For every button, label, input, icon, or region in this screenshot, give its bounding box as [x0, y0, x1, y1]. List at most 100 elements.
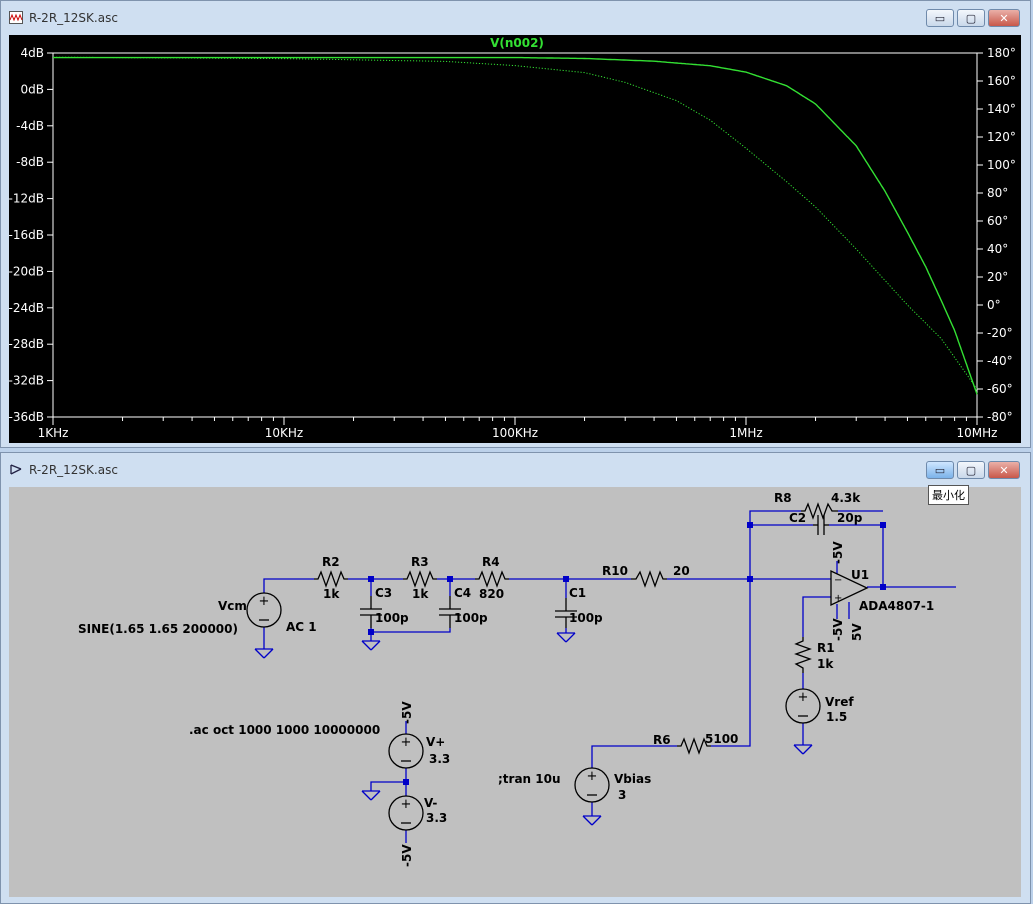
close-button[interactable]: ✕: [988, 461, 1020, 479]
schematic-canvas[interactable]: + + + + + − + R8 4.3k C2 20p R2 1k R3 1k …: [9, 487, 1021, 897]
r8-value: 4.3k: [831, 491, 861, 505]
resistor-r8: [801, 502, 838, 520]
vbias-label: Vbias: [614, 772, 651, 786]
y-right-tick-label: 60°: [987, 214, 1008, 228]
r8-label: R8: [774, 491, 792, 505]
svg-text:+: +: [401, 797, 412, 812]
r10-value: 20: [673, 564, 690, 578]
vplus-label: V+: [426, 735, 445, 749]
resistor-r4: [475, 570, 509, 588]
y-left-tick-label: -36dB: [9, 410, 44, 424]
source-vminus: +: [388, 795, 424, 831]
source-vplus: +: [388, 733, 424, 769]
vbias-value: 3: [618, 788, 626, 802]
schematic-icon: [10, 464, 22, 475]
waveform-icon: [9, 11, 23, 24]
tran-command[interactable]: ;tran 10u: [498, 772, 561, 786]
u1-neg-supply: -5V: [831, 541, 845, 564]
minimize-button[interactable]: ▭: [926, 9, 954, 27]
close-button[interactable]: ✕: [988, 9, 1020, 27]
waveform-window: R-2R_12SK.asc ▭ ▢ ✕ 4dB 0dB -4dB -8dB -12dB -…: [0, 0, 1031, 448]
plot-frame: [52, 52, 978, 418]
x-tick-label: 100KHz: [492, 426, 538, 440]
svg-text:+: +: [798, 690, 809, 705]
y-left-tick-label: 0dB: [21, 82, 44, 96]
y-right-tick-label: 180°: [987, 46, 1016, 60]
schematic-window-title: R-2R_12SK.asc: [29, 463, 118, 477]
y-right-tick-label: 100°: [987, 158, 1016, 172]
y-left-tick-label: -12dB: [9, 192, 44, 206]
x-tick-label: 10KHz: [265, 426, 303, 440]
vminus-value: 3.3: [426, 811, 447, 825]
c1-label: C1: [569, 586, 586, 600]
source-vbias: +: [574, 767, 610, 803]
r6-label: R6: [653, 733, 671, 747]
vminus-supply-label: -5V: [400, 844, 414, 867]
source-vcm: +: [246, 592, 282, 628]
minimize-button[interactable]: ▭: [926, 461, 954, 479]
waveform-window-title: R-2R_12SK.asc: [29, 11, 118, 25]
schematic-titlebar[interactable]: R-2R_12SK.asc ▭ ▢ ✕: [1, 453, 1030, 487]
waveform-titlebar[interactable]: R-2R_12SK.asc ▭ ▢ ✕: [1, 1, 1030, 35]
resistor-r1: [794, 637, 812, 673]
y-left-tick-label: -16dB: [9, 228, 44, 242]
vcm-sine: SINE(1.65 1.65 200000): [78, 622, 238, 636]
bode-plot[interactable]: 4dB 0dB -4dB -8dB -12dB -16dB -20dB -24dB -28dB -…: [9, 35, 1021, 443]
r10-label: R10: [602, 564, 628, 578]
svg-text:+: +: [587, 769, 598, 784]
svg-text:+: +: [834, 593, 842, 604]
y-left-tick-label: -32dB: [9, 374, 44, 388]
chart-title[interactable]: V(n002): [490, 36, 544, 50]
c4-value: 100p: [454, 611, 488, 625]
resistor-r3: [403, 570, 437, 588]
y-right-tick-label: -80°: [987, 410, 1013, 424]
r2-value: 1k: [323, 587, 340, 601]
restore-button[interactable]: ▢: [957, 9, 985, 27]
c2-value: 20p: [837, 511, 863, 525]
y-right-tick-label: -40°: [987, 354, 1013, 368]
u1-neg-supply-2: -5V: [831, 618, 845, 641]
c1-value: 100p: [569, 611, 603, 625]
resistor-r2: [314, 570, 348, 588]
y-right-tick-label: 20°: [987, 270, 1008, 284]
u1-label: U1: [851, 568, 869, 582]
vref-label: Vref: [825, 695, 854, 709]
y-left-tick-label: -8dB: [16, 155, 44, 169]
phase-trace: [53, 56, 978, 390]
c3-value: 100p: [375, 611, 409, 625]
svg-text:+: +: [401, 735, 412, 750]
schematic-window: R-2R_12SK.asc ▭ ▢ ✕ + + + + + − + R8 4.3…: [0, 452, 1031, 904]
resistor-r10: [631, 570, 667, 588]
y-left-tick-label: 4dB: [21, 46, 44, 60]
c4-label: C4: [454, 586, 471, 600]
restore-button[interactable]: ▢: [957, 461, 985, 479]
r1-value: 1k: [817, 657, 834, 671]
vplus-value: 3.3: [429, 752, 450, 766]
c2-label: C2: [789, 511, 806, 525]
vplus-supply-label: -5V: [400, 701, 414, 724]
r4-value: 820: [479, 587, 504, 601]
y-left-tick-label: -20dB: [9, 264, 44, 278]
r3-label: R3: [411, 555, 429, 569]
y-left-tick-label: -24dB: [9, 301, 44, 315]
y-right-tick-label: 0°: [987, 298, 1001, 312]
y-right-tick-label: 80°: [987, 186, 1008, 200]
capacitor-c2: [813, 515, 829, 535]
vref-value: 1.5: [826, 710, 847, 724]
ac-command[interactable]: .ac oct 1000 1000 10000000: [189, 723, 380, 737]
y-right-tick-label: 40°: [987, 242, 1008, 256]
r4-label: R4: [482, 555, 500, 569]
minimize-tooltip: 最小化: [928, 485, 969, 505]
vminus-label: V-: [424, 796, 437, 810]
magnitude-trace: [53, 56, 978, 395]
u1-part: ADA4807-1: [859, 599, 934, 613]
schematic-drawing[interactable]: + + + + + −+ R8 4.3k C2 20p R2 1k R3 1k …: [9, 487, 1021, 897]
y-right-tick-label: 140°: [987, 102, 1016, 116]
y-right-tick-label: 120°: [987, 130, 1016, 144]
x-tick-label: 1MHz: [729, 426, 762, 440]
c3-label: C3: [375, 586, 392, 600]
y-left-tick-label: -4dB: [16, 119, 44, 133]
u1-pos-supply: 5V: [850, 623, 864, 641]
source-vref: +: [785, 688, 821, 724]
plot-area[interactable]: 4dB 0dB -4dB -8dB -12dB -16dB -20dB -24dB -28dB -…: [9, 35, 1021, 443]
